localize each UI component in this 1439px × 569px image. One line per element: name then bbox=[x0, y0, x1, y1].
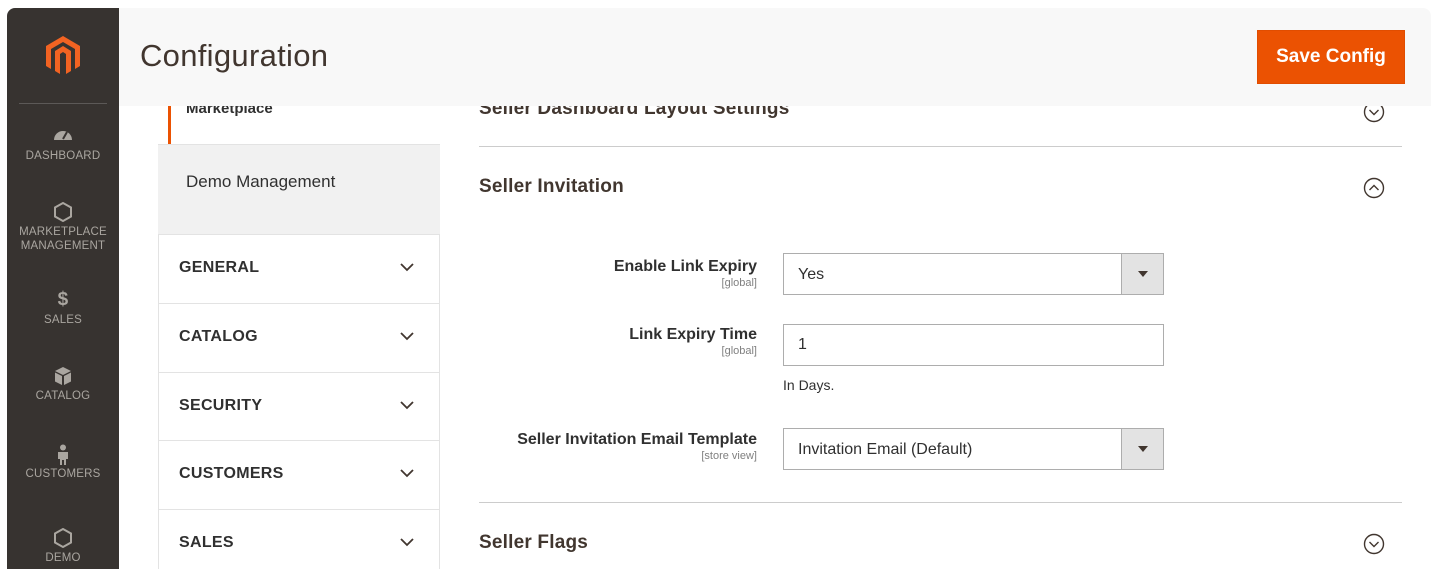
tab-marketplace-label: Marketplace bbox=[186, 106, 273, 117]
chevron-down-icon bbox=[400, 401, 414, 410]
nav-item-demo[interactable]: DEMO bbox=[7, 527, 119, 565]
tab-section-security[interactable]: SECURITY bbox=[158, 372, 440, 441]
expand-circle-icon bbox=[1363, 533, 1385, 555]
magento-logo-icon bbox=[46, 36, 80, 74]
nav-item-customers[interactable]: CUSTOMERS bbox=[7, 444, 119, 481]
field-label-enable-link-expiry: Enable Link Expiry [global] bbox=[613, 258, 757, 289]
field-label-link-expiry-time: Link Expiry Time [global] bbox=[629, 326, 757, 357]
section-title: Seller Invitation bbox=[479, 176, 624, 197]
tab-section-general[interactable]: GENERAL bbox=[158, 234, 440, 303]
magento-logo[interactable] bbox=[7, 8, 119, 104]
page-header: Configuration Save Config bbox=[119, 8, 1431, 106]
admin-menu: DASHBOARD MARKETPLACE MANAGEMENT $ SALES… bbox=[7, 8, 119, 569]
tab-section-catalog[interactable]: CATALOG bbox=[158, 303, 440, 372]
hexagon-icon bbox=[7, 201, 119, 223]
nav-item-catalog[interactable]: CATALOG bbox=[7, 366, 119, 403]
save-config-button[interactable]: Save Config bbox=[1257, 30, 1405, 84]
tab-section-sales[interactable]: SALES bbox=[158, 509, 440, 569]
chevron-down-icon bbox=[400, 332, 414, 341]
section-seller-flags[interactable]: Seller Flags bbox=[479, 504, 1402, 569]
chevron-down-icon bbox=[400, 538, 414, 547]
admin-window: DASHBOARD MARKETPLACE MANAGEMENT $ SALES… bbox=[7, 8, 1431, 569]
tab-demo-management-label: Demo Management bbox=[186, 172, 336, 191]
hexagon-icon bbox=[7, 527, 119, 549]
speedometer-icon bbox=[7, 126, 119, 146]
chevron-down-icon bbox=[400, 469, 414, 478]
enable-link-expiry-select[interactable]: Yes bbox=[783, 253, 1164, 295]
triangle-down-icon bbox=[1138, 271, 1148, 277]
nav-item-sales[interactable]: $ SALES bbox=[7, 290, 119, 327]
logo-divider bbox=[19, 103, 107, 104]
box-icon bbox=[7, 366, 119, 386]
nav-item-dashboard[interactable]: DASHBOARD bbox=[7, 126, 119, 163]
email-template-select[interactable]: Invitation Email (Default) bbox=[783, 428, 1164, 470]
active-tab-indicator bbox=[168, 106, 171, 144]
person-icon bbox=[7, 444, 119, 465]
tab-marketplace[interactable]: Marketplace bbox=[158, 106, 440, 144]
page-title: Configuration bbox=[140, 38, 329, 73]
section-divider bbox=[479, 502, 1402, 503]
dropdown-button[interactable] bbox=[1121, 254, 1163, 294]
scope-label: [global] bbox=[721, 277, 757, 289]
scope-label: [store view] bbox=[701, 450, 757, 462]
triangle-down-icon bbox=[1138, 446, 1148, 452]
section-divider bbox=[479, 146, 1402, 147]
section-seller-invitation[interactable]: Seller Invitation bbox=[479, 148, 1402, 228]
chevron-down-icon bbox=[400, 263, 414, 272]
tab-demo-management[interactable]: Demo Management bbox=[158, 144, 440, 234]
nav-item-marketplace-management[interactable]: MARKETPLACE MANAGEMENT bbox=[7, 201, 119, 253]
field-note: In Days. bbox=[783, 377, 835, 393]
field-label-email-template: Seller Invitation Email Template [store … bbox=[517, 431, 757, 462]
section-title: Seller Flags bbox=[479, 532, 589, 553]
collapse-circle-icon bbox=[1363, 177, 1385, 199]
tab-section-customers[interactable]: CUSTOMERS bbox=[158, 440, 440, 509]
scope-label: [global] bbox=[721, 345, 757, 357]
link-expiry-time-input[interactable] bbox=[783, 324, 1164, 366]
dropdown-button[interactable] bbox=[1121, 429, 1163, 469]
dollar-icon: $ bbox=[57, 289, 69, 310]
